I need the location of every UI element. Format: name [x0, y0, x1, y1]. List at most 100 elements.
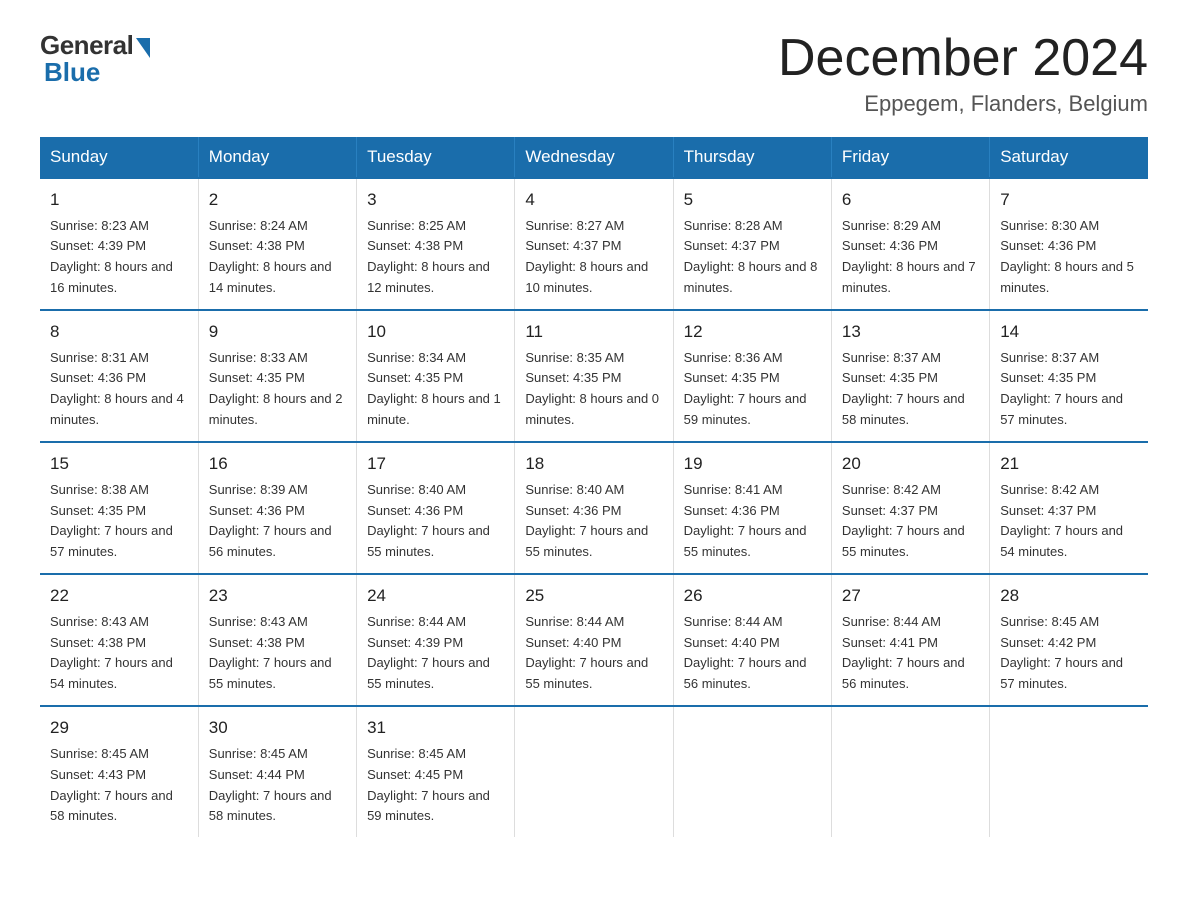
- calendar-cell: 2 Sunrise: 8:24 AMSunset: 4:38 PMDayligh…: [198, 178, 356, 310]
- day-info: Sunrise: 8:36 AMSunset: 4:35 PMDaylight:…: [684, 350, 807, 428]
- day-number: 24: [367, 583, 504, 609]
- day-info: Sunrise: 8:43 AMSunset: 4:38 PMDaylight:…: [50, 614, 173, 692]
- calendar-cell: 16 Sunrise: 8:39 AMSunset: 4:36 PMDaylig…: [198, 442, 356, 574]
- day-info: Sunrise: 8:44 AMSunset: 4:40 PMDaylight:…: [525, 614, 648, 692]
- day-info: Sunrise: 8:31 AMSunset: 4:36 PMDaylight:…: [50, 350, 184, 428]
- day-info: Sunrise: 8:28 AMSunset: 4:37 PMDaylight:…: [684, 218, 818, 296]
- day-number: 15: [50, 451, 188, 477]
- calendar-cell: 4 Sunrise: 8:27 AMSunset: 4:37 PMDayligh…: [515, 178, 673, 310]
- day-info: Sunrise: 8:23 AMSunset: 4:39 PMDaylight:…: [50, 218, 173, 296]
- day-number: 3: [367, 187, 504, 213]
- day-info: Sunrise: 8:33 AMSunset: 4:35 PMDaylight:…: [209, 350, 343, 428]
- day-number: 13: [842, 319, 979, 345]
- day-info: Sunrise: 8:37 AMSunset: 4:35 PMDaylight:…: [842, 350, 965, 428]
- day-info: Sunrise: 8:34 AMSunset: 4:35 PMDaylight:…: [367, 350, 501, 428]
- day-info: Sunrise: 8:27 AMSunset: 4:37 PMDaylight:…: [525, 218, 648, 296]
- day-of-week-header: Wednesday: [515, 137, 673, 178]
- day-number: 8: [50, 319, 188, 345]
- calendar-cell: 20 Sunrise: 8:42 AMSunset: 4:37 PMDaylig…: [831, 442, 989, 574]
- calendar-cell: 5 Sunrise: 8:28 AMSunset: 4:37 PMDayligh…: [673, 178, 831, 310]
- calendar-cell: 13 Sunrise: 8:37 AMSunset: 4:35 PMDaylig…: [831, 310, 989, 442]
- calendar-week-row: 8 Sunrise: 8:31 AMSunset: 4:36 PMDayligh…: [40, 310, 1148, 442]
- day-number: 11: [525, 319, 662, 345]
- title-section: December 2024 Eppegem, Flanders, Belgium: [778, 30, 1148, 117]
- day-number: 18: [525, 451, 662, 477]
- day-number: 25: [525, 583, 662, 609]
- day-number: 29: [50, 715, 188, 741]
- calendar-cell: 26 Sunrise: 8:44 AMSunset: 4:40 PMDaylig…: [673, 574, 831, 706]
- calendar-cell: 30 Sunrise: 8:45 AMSunset: 4:44 PMDaylig…: [198, 706, 356, 837]
- day-info: Sunrise: 8:40 AMSunset: 4:36 PMDaylight:…: [367, 482, 490, 560]
- calendar-week-row: 15 Sunrise: 8:38 AMSunset: 4:35 PMDaylig…: [40, 442, 1148, 574]
- day-of-week-header: Monday: [198, 137, 356, 178]
- day-of-week-header: Saturday: [990, 137, 1148, 178]
- calendar-cell: 27 Sunrise: 8:44 AMSunset: 4:41 PMDaylig…: [831, 574, 989, 706]
- page-header: General Blue December 2024 Eppegem, Flan…: [40, 30, 1148, 117]
- day-number: 17: [367, 451, 504, 477]
- day-number: 27: [842, 583, 979, 609]
- day-info: Sunrise: 8:25 AMSunset: 4:38 PMDaylight:…: [367, 218, 490, 296]
- day-info: Sunrise: 8:44 AMSunset: 4:40 PMDaylight:…: [684, 614, 807, 692]
- calendar-cell: 1 Sunrise: 8:23 AMSunset: 4:39 PMDayligh…: [40, 178, 198, 310]
- day-info: Sunrise: 8:44 AMSunset: 4:39 PMDaylight:…: [367, 614, 490, 692]
- day-of-week-header: Thursday: [673, 137, 831, 178]
- calendar-cell: 3 Sunrise: 8:25 AMSunset: 4:38 PMDayligh…: [357, 178, 515, 310]
- calendar-cell: 24 Sunrise: 8:44 AMSunset: 4:39 PMDaylig…: [357, 574, 515, 706]
- calendar-cell: 12 Sunrise: 8:36 AMSunset: 4:35 PMDaylig…: [673, 310, 831, 442]
- calendar-cell: 10 Sunrise: 8:34 AMSunset: 4:35 PMDaylig…: [357, 310, 515, 442]
- day-info: Sunrise: 8:29 AMSunset: 4:36 PMDaylight:…: [842, 218, 976, 296]
- calendar-cell: 6 Sunrise: 8:29 AMSunset: 4:36 PMDayligh…: [831, 178, 989, 310]
- day-of-week-header: Sunday: [40, 137, 198, 178]
- calendar-cell: 14 Sunrise: 8:37 AMSunset: 4:35 PMDaylig…: [990, 310, 1148, 442]
- calendar-cell: 25 Sunrise: 8:44 AMSunset: 4:40 PMDaylig…: [515, 574, 673, 706]
- day-number: 23: [209, 583, 346, 609]
- calendar-week-row: 1 Sunrise: 8:23 AMSunset: 4:39 PMDayligh…: [40, 178, 1148, 310]
- day-info: Sunrise: 8:45 AMSunset: 4:42 PMDaylight:…: [1000, 614, 1123, 692]
- day-info: Sunrise: 8:35 AMSunset: 4:35 PMDaylight:…: [525, 350, 659, 428]
- day-info: Sunrise: 8:44 AMSunset: 4:41 PMDaylight:…: [842, 614, 965, 692]
- calendar-cell: [515, 706, 673, 837]
- calendar-cell: 21 Sunrise: 8:42 AMSunset: 4:37 PMDaylig…: [990, 442, 1148, 574]
- day-number: 14: [1000, 319, 1138, 345]
- day-number: 12: [684, 319, 821, 345]
- logo: General Blue: [40, 30, 150, 88]
- calendar-cell: [673, 706, 831, 837]
- calendar-week-row: 22 Sunrise: 8:43 AMSunset: 4:38 PMDaylig…: [40, 574, 1148, 706]
- logo-arrow-icon: [136, 38, 150, 58]
- day-info: Sunrise: 8:45 AMSunset: 4:43 PMDaylight:…: [50, 746, 173, 824]
- day-number: 1: [50, 187, 188, 213]
- logo-blue-text: Blue: [44, 57, 100, 88]
- day-number: 20: [842, 451, 979, 477]
- day-info: Sunrise: 8:24 AMSunset: 4:38 PMDaylight:…: [209, 218, 332, 296]
- day-info: Sunrise: 8:45 AMSunset: 4:45 PMDaylight:…: [367, 746, 490, 824]
- calendar-cell: 11 Sunrise: 8:35 AMSunset: 4:35 PMDaylig…: [515, 310, 673, 442]
- day-info: Sunrise: 8:43 AMSunset: 4:38 PMDaylight:…: [209, 614, 332, 692]
- day-number: 22: [50, 583, 188, 609]
- day-number: 21: [1000, 451, 1138, 477]
- day-info: Sunrise: 8:39 AMSunset: 4:36 PMDaylight:…: [209, 482, 332, 560]
- day-info: Sunrise: 8:42 AMSunset: 4:37 PMDaylight:…: [842, 482, 965, 560]
- day-number: 5: [684, 187, 821, 213]
- calendar-cell: 18 Sunrise: 8:40 AMSunset: 4:36 PMDaylig…: [515, 442, 673, 574]
- calendar-cell: [990, 706, 1148, 837]
- day-of-week-header: Friday: [831, 137, 989, 178]
- day-number: 30: [209, 715, 346, 741]
- calendar-header-row: SundayMondayTuesdayWednesdayThursdayFrid…: [40, 137, 1148, 178]
- day-of-week-header: Tuesday: [357, 137, 515, 178]
- calendar-cell: 28 Sunrise: 8:45 AMSunset: 4:42 PMDaylig…: [990, 574, 1148, 706]
- day-number: 19: [684, 451, 821, 477]
- day-number: 9: [209, 319, 346, 345]
- day-info: Sunrise: 8:45 AMSunset: 4:44 PMDaylight:…: [209, 746, 332, 824]
- calendar-cell: 29 Sunrise: 8:45 AMSunset: 4:43 PMDaylig…: [40, 706, 198, 837]
- calendar-table: SundayMondayTuesdayWednesdayThursdayFrid…: [40, 137, 1148, 837]
- calendar-title: December 2024: [778, 30, 1148, 87]
- day-number: 16: [209, 451, 346, 477]
- calendar-week-row: 29 Sunrise: 8:45 AMSunset: 4:43 PMDaylig…: [40, 706, 1148, 837]
- day-info: Sunrise: 8:40 AMSunset: 4:36 PMDaylight:…: [525, 482, 648, 560]
- calendar-cell: [831, 706, 989, 837]
- calendar-cell: 19 Sunrise: 8:41 AMSunset: 4:36 PMDaylig…: [673, 442, 831, 574]
- day-info: Sunrise: 8:38 AMSunset: 4:35 PMDaylight:…: [50, 482, 173, 560]
- day-number: 28: [1000, 583, 1138, 609]
- calendar-cell: 15 Sunrise: 8:38 AMSunset: 4:35 PMDaylig…: [40, 442, 198, 574]
- calendar-cell: 7 Sunrise: 8:30 AMSunset: 4:36 PMDayligh…: [990, 178, 1148, 310]
